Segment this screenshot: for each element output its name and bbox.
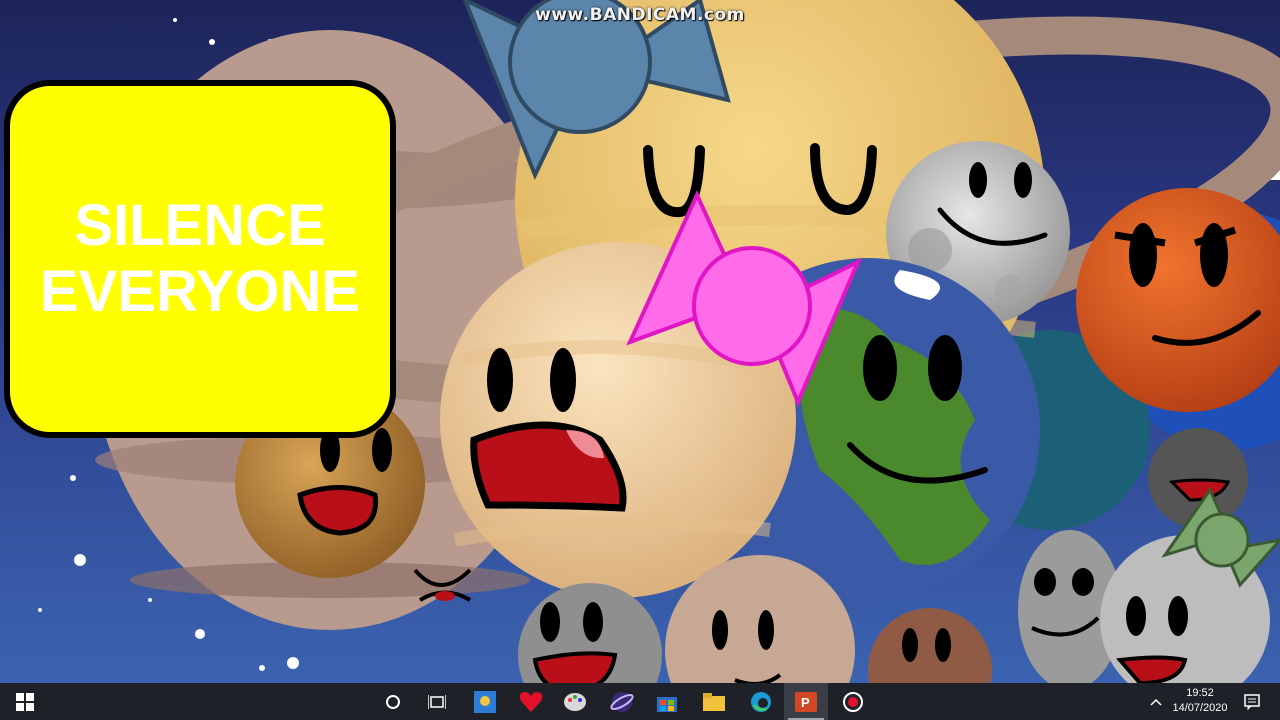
system-clock[interactable]: 19:52 14/07/2020: [1160, 686, 1240, 716]
cortana-button[interactable]: [371, 683, 415, 720]
taskbar-app-explorer[interactable]: [692, 683, 736, 720]
taskbar-app-photo[interactable]: [463, 683, 507, 720]
clock-time: 19:52: [1186, 687, 1214, 699]
store-icon: [657, 696, 677, 712]
file-explorer-icon: [703, 692, 725, 711]
taskbar-app-paint[interactable]: [553, 683, 597, 720]
sign-line-2: EVERYONE: [39, 259, 361, 324]
taskbar-app-edge[interactable]: [739, 683, 783, 720]
windows-start-icon: [16, 692, 34, 711]
bandicam-watermark: www.BANDICAM.com: [535, 5, 745, 25]
taskbar-app-record[interactable]: [831, 683, 875, 720]
sign-line-1: SILENCE: [74, 193, 326, 258]
notification-icon: [1244, 693, 1260, 710]
taskbar-app-heart[interactable]: [509, 683, 553, 720]
taskbar-app-space[interactable]: [600, 683, 644, 720]
record-icon: [843, 691, 863, 712]
heart-app-icon: [519, 691, 543, 712]
taskbar-app-store[interactable]: [645, 683, 689, 720]
paint-app-icon: [564, 692, 586, 711]
cortana-search-icon: [386, 694, 400, 709]
task-view-icon: [428, 694, 446, 709]
taskbar-app-powerpoint[interactable]: P: [784, 683, 828, 720]
task-view-button[interactable]: [415, 683, 459, 720]
photo-app-icon: [474, 690, 496, 713]
clock-date: 14/07/2020: [1172, 702, 1228, 714]
action-center-button[interactable]: [1238, 683, 1266, 720]
powerpoint-icon: P: [795, 691, 817, 712]
taskbar: P 19:52 14/07/2020: [0, 683, 1280, 720]
start-button[interactable]: [0, 683, 50, 720]
svg-text:P: P: [801, 695, 810, 710]
space-app-icon: [610, 691, 634, 712]
edge-icon: [751, 691, 771, 712]
silence-sign: SILENCE EVERYONE: [4, 80, 396, 438]
